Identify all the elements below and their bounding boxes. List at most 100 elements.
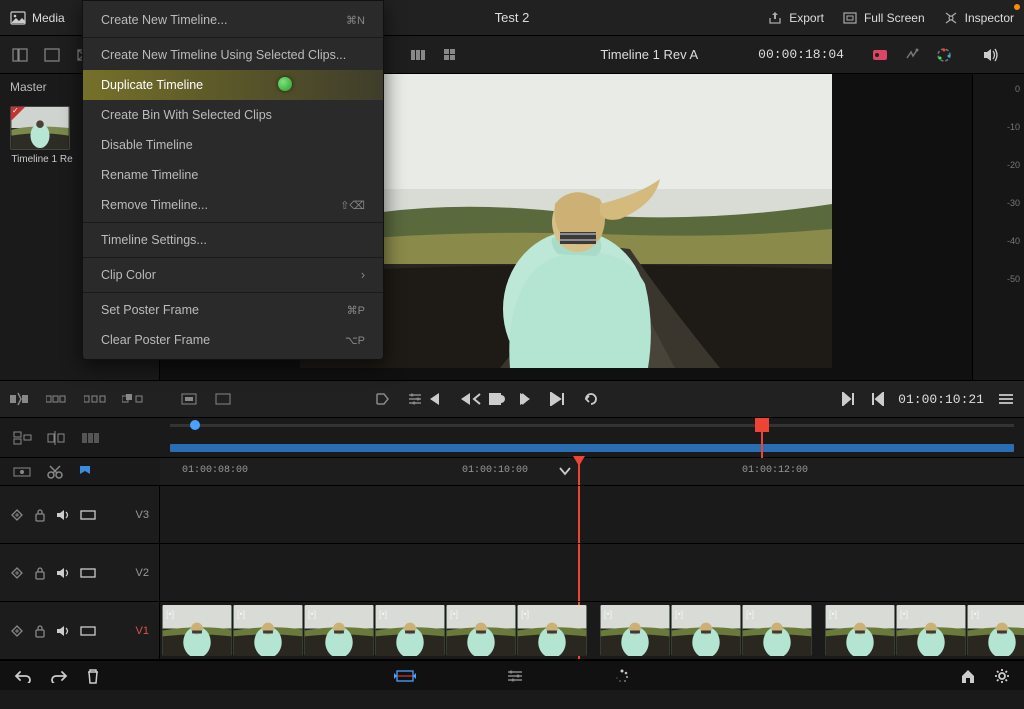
track-lock-button[interactable] — [34, 624, 46, 638]
menu-remove-timeline[interactable]: Remove Timeline... ⇧⌫ — [83, 190, 383, 220]
clip-in-out-icon: [•] — [308, 609, 316, 619]
insert-clip-button[interactable] — [10, 391, 30, 407]
timeline-name[interactable]: Timeline 1 Rev A — [600, 47, 698, 62]
image-icon — [10, 10, 26, 26]
track-auto-button[interactable] — [10, 508, 24, 522]
clip-frame[interactable]: [•] — [304, 605, 374, 656]
step-back-button[interactable] — [459, 392, 471, 406]
track-lock-button[interactable] — [34, 508, 46, 522]
mark-in-button[interactable] — [374, 391, 392, 407]
fit-to-fill-button[interactable] — [214, 391, 232, 407]
delete-button[interactable] — [86, 668, 100, 684]
ripple-button[interactable] — [84, 391, 106, 407]
tl-tool-3[interactable] — [80, 429, 102, 447]
view-mode-2[interactable] — [440, 43, 464, 67]
redo-button[interactable] — [50, 669, 68, 683]
track-auto-button[interactable] — [10, 566, 24, 580]
track-name-label: V2 — [136, 567, 149, 579]
menu-create-timeline[interactable]: Create New Timeline... ⌘N — [83, 5, 383, 35]
go-end-button[interactable] — [549, 392, 565, 406]
inspector-label: Inspector — [965, 11, 1014, 25]
menu-set-poster[interactable]: Set Poster Frame ⌘P — [83, 295, 383, 325]
track-auto-button[interactable] — [10, 624, 24, 638]
play-button[interactable] — [519, 392, 531, 406]
track-name-label: V3 — [136, 509, 149, 521]
clip-in-out-icon: [•] — [900, 609, 908, 619]
menu-timeline-settings[interactable]: Timeline Settings... — [83, 225, 383, 255]
track-mute-button[interactable] — [56, 625, 70, 637]
menu-disable-timeline[interactable]: Disable Timeline — [83, 130, 383, 160]
clip-frame[interactable]: [•] — [896, 605, 966, 656]
overwrite-button[interactable] — [122, 391, 144, 407]
razor-button[interactable] — [46, 464, 64, 480]
chevron-down-icon[interactable] — [558, 466, 572, 476]
menu-rename-timeline[interactable]: Rename Timeline — [83, 160, 383, 190]
clip-frame[interactable]: [•] — [600, 605, 670, 656]
track-view-button[interactable] — [80, 509, 96, 521]
export-button[interactable]: Export — [767, 10, 824, 26]
stop-button[interactable] — [489, 393, 501, 405]
home-button[interactable] — [960, 668, 976, 684]
timeline-thumbnail[interactable]: ✓ Timeline 1 Re — [10, 106, 74, 165]
mute-button[interactable] — [979, 43, 1003, 67]
timeline-ruler[interactable]: 01:00:08:0001:00:10:0001:00:12:00 — [160, 458, 1024, 485]
color-wheel-button[interactable] — [932, 43, 956, 67]
timeline-range-ruler[interactable] — [160, 418, 1024, 458]
source-overwrite-button[interactable] — [180, 391, 198, 407]
go-start-button[interactable] — [425, 392, 441, 406]
bypass-button[interactable] — [868, 43, 892, 67]
track-lane[interactable] — [160, 486, 1024, 543]
track-mute-button[interactable] — [56, 567, 70, 579]
clip-in-out-icon: [•] — [450, 609, 458, 619]
settings-button[interactable] — [994, 668, 1010, 684]
meter-label: -10 — [1007, 122, 1020, 132]
next-edit-button[interactable] — [842, 392, 856, 406]
clip-frame[interactable]: [•] — [233, 605, 303, 656]
track-view-button[interactable] — [80, 625, 96, 637]
clip-frame[interactable]: [•] — [671, 605, 741, 656]
track-view-button[interactable] — [80, 567, 96, 579]
tl-tool-1[interactable] — [12, 429, 34, 447]
layout-button-1[interactable] — [8, 43, 32, 67]
sliders-button[interactable] — [406, 391, 424, 407]
clip-frame[interactable]: [•] — [825, 605, 895, 656]
marker-tool-button[interactable] — [78, 464, 92, 480]
snapping-button[interactable] — [12, 464, 32, 480]
layout-button-2[interactable] — [40, 43, 64, 67]
time-label: 01:00:08:00 — [182, 465, 248, 476]
menu-duplicate-timeline[interactable]: Duplicate Timeline — [83, 70, 383, 100]
effects-button[interactable] — [900, 43, 924, 67]
timeline-timecode[interactable]: 01:00:10:21 — [898, 392, 984, 407]
clip-frame[interactable]: [•] — [517, 605, 587, 656]
prev-edit-button[interactable] — [870, 392, 884, 406]
view-mode-1[interactable] — [408, 43, 432, 67]
fullscreen-button[interactable]: Full Screen — [842, 10, 925, 26]
clip-frame[interactable]: [•] — [742, 605, 812, 656]
tl-tool-2[interactable] — [46, 429, 68, 447]
media-pool-button[interactable]: Media — [10, 10, 65, 26]
project-title: Test 2 — [495, 10, 530, 25]
menu-clip-color[interactable]: Clip Color › — [83, 260, 383, 290]
clip-frame[interactable]: [•] — [162, 605, 232, 656]
append-button[interactable] — [46, 391, 68, 407]
clip-in-out-icon: [•] — [237, 609, 245, 619]
clip-frame[interactable]: [•] — [967, 605, 1024, 656]
viewer-timecode[interactable]: 00:00:18:04 — [758, 47, 844, 62]
page-loading-button[interactable] — [614, 668, 630, 684]
track-mute-button[interactable] — [56, 509, 70, 521]
inspector-button[interactable]: Inspector — [943, 10, 1014, 26]
menu-create-timeline-selected[interactable]: Create New Timeline Using Selected Clips… — [83, 40, 383, 70]
menu-clear-poster[interactable]: Clear Poster Frame ⌥P — [83, 325, 383, 355]
track-lane[interactable] — [160, 544, 1024, 601]
undo-button[interactable] — [14, 669, 32, 683]
clip-frame[interactable]: [•] — [375, 605, 445, 656]
audio-meters: 0 -10 -20 -30 -40 -50 — [972, 74, 1024, 380]
track-lock-button[interactable] — [34, 566, 46, 580]
timeline-menu-button[interactable] — [998, 393, 1014, 405]
page-edit-button[interactable] — [506, 668, 524, 684]
track-lane[interactable]: [•][•][•][•][•][•][•][•][•][•][•][•] — [160, 602, 1024, 659]
menu-create-bin[interactable]: Create Bin With Selected Clips — [83, 100, 383, 130]
clip-frame[interactable]: [•] — [446, 605, 516, 656]
loop-button[interactable] — [583, 392, 599, 406]
page-cut-button[interactable] — [394, 668, 416, 684]
